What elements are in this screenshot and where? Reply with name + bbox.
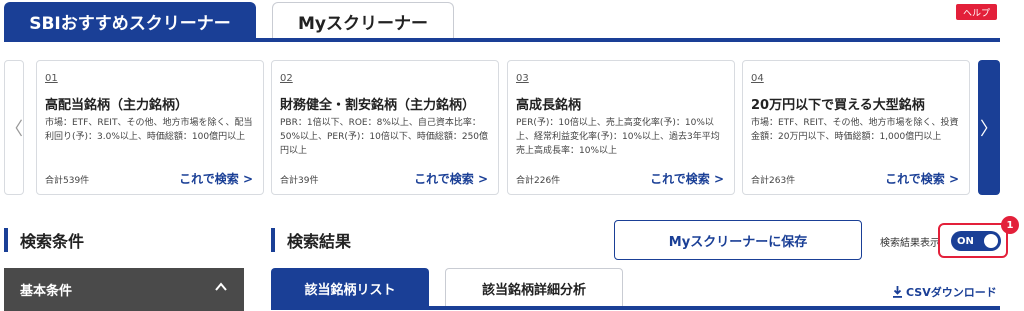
card-title: 高配当銘柄（主力銘柄） bbox=[45, 98, 189, 113]
tab-sbi-recommended[interactable]: SBIおすすめスクリーナー bbox=[4, 2, 256, 40]
step-number-badge: 1 bbox=[1001, 216, 1019, 234]
card-title: 20万円以下で買える大型銘柄 bbox=[751, 98, 925, 113]
result-display-toggle[interactable]: ON bbox=[951, 231, 1001, 251]
tab-my-screener[interactable]: Myスクリーナー bbox=[272, 2, 454, 40]
result-display-label: 検索結果表示 bbox=[880, 238, 940, 249]
screener-tabs: SBIおすすめスクリーナー Myスクリーナー ヘルプ bbox=[0, 0, 1024, 44]
tab-underline bbox=[4, 38, 1000, 42]
screener-card[interactable]: 01 高配当銘柄（主力銘柄） 市場：ETF、REIT、その他、地方市場を除く、配… bbox=[36, 60, 264, 195]
search-with-this-link[interactable]: これで検索 > bbox=[885, 170, 959, 187]
card-count: 合計39件 bbox=[280, 176, 319, 186]
card-title: 財務健全・割安銘柄（主力銘柄） bbox=[280, 98, 476, 113]
card-title: 高成長銘柄 bbox=[516, 98, 582, 113]
card-number: 02 bbox=[280, 73, 293, 84]
carousel-prev-button[interactable]: 〈 bbox=[4, 60, 24, 195]
card-count: 合計226件 bbox=[516, 176, 561, 186]
results-tab-underline bbox=[271, 306, 1000, 310]
card-count: 合計263件 bbox=[751, 176, 796, 186]
search-conditions-heading: 検索条件 bbox=[4, 228, 84, 252]
card-description: 市場：ETF、REIT、その他、地方市場を除く、配当利回り(予)：3.0%以上、… bbox=[45, 118, 253, 142]
help-button[interactable]: ヘルプ bbox=[956, 4, 997, 20]
chevron-left-icon: 〈 bbox=[5, 118, 23, 140]
tab-matching-stocks-analysis[interactable]: 該当銘柄詳細分析 bbox=[445, 268, 623, 308]
search-with-this-link[interactable]: これで検索 > bbox=[179, 170, 253, 187]
csv-download-label: CSVダウンロード bbox=[906, 286, 997, 299]
card-number: 03 bbox=[516, 73, 529, 84]
toggle-state-label: ON bbox=[957, 235, 974, 247]
screener-card[interactable]: 02 財務健全・割安銘柄（主力銘柄） PBR：1倍以下、ROE：8%以上、自己資… bbox=[271, 60, 499, 195]
card-description: 市場：ETF、REIT、その他、地方市場を除く、投資金額：20万円以下、時価総額… bbox=[751, 118, 959, 142]
card-count: 合計539件 bbox=[45, 176, 90, 186]
card-number: 04 bbox=[751, 73, 764, 84]
search-results-heading: 検索結果 bbox=[271, 228, 351, 252]
screener-card[interactable]: 04 20万円以下で買える大型銘柄 市場：ETF、REIT、その他、地方市場を除… bbox=[742, 60, 970, 195]
csv-download-link[interactable]: CSVダウンロード bbox=[892, 284, 997, 300]
card-description: PER(予)：10倍以上、売上高変化率(予)：10%以上、経常利益変化率(予)：… bbox=[516, 118, 720, 156]
chevron-right-icon: 〉 bbox=[980, 118, 998, 140]
chevron-up-icon bbox=[215, 282, 227, 291]
card-description: PBR：1倍以下、ROE：8%以上、自己資本比率：50%以上、PER(予)：10… bbox=[280, 118, 489, 156]
carousel-next-button[interactable]: 〉 bbox=[978, 60, 1000, 195]
card-number: 01 bbox=[45, 73, 58, 84]
search-with-this-link[interactable]: これで検索 > bbox=[414, 170, 488, 187]
tab-matching-stocks-list[interactable]: 該当銘柄リスト bbox=[271, 268, 429, 308]
basic-conditions-label: 基本条件 bbox=[20, 284, 73, 299]
toggle-knob bbox=[984, 234, 998, 248]
basic-conditions-accordion[interactable]: 基本条件 bbox=[4, 268, 244, 311]
search-with-this-link[interactable]: これで検索 > bbox=[650, 170, 724, 187]
download-icon bbox=[893, 286, 902, 298]
screener-card[interactable]: 03 高成長銘柄 PER(予)：10倍以上、売上高変化率(予)：10%以上、経常… bbox=[507, 60, 735, 195]
save-to-my-screener-button[interactable]: Myスクリーナーに保存 bbox=[614, 220, 862, 260]
